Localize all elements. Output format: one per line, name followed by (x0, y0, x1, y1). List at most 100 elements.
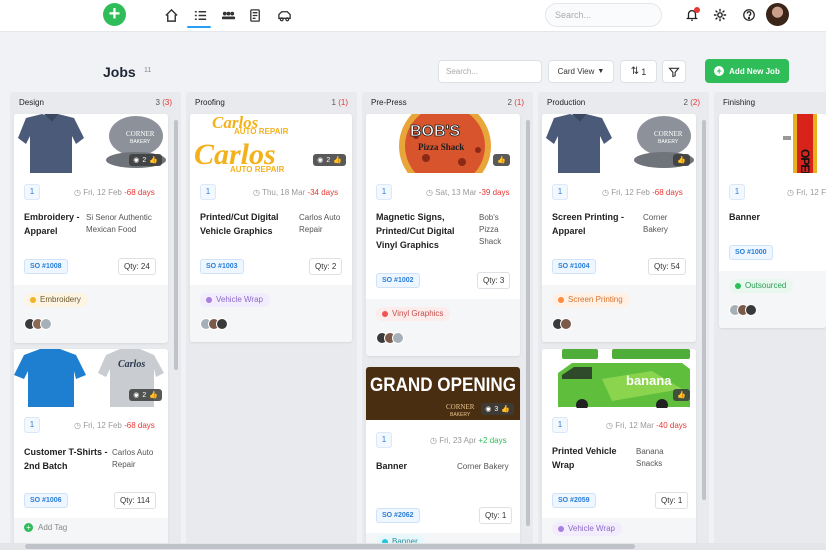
sales-order-badge[interactable]: SO #2059 (552, 493, 596, 508)
tag-vehicle-wrap[interactable]: Vehicle Wrap (552, 522, 622, 536)
like-badge[interactable]: 👍 (493, 154, 510, 166)
tag-outsourced[interactable]: Outsourced (729, 279, 794, 293)
thumbs-up-icon: 👍 (501, 406, 510, 413)
job-card[interactable]: GRAND OPENING CORNER BAKERY ◉ 3 👍 1 ◷ Fri,… (366, 367, 520, 550)
help-icon[interactable] (741, 7, 757, 23)
svg-text:AUTO REPAIR: AUTO REPAIR (230, 165, 285, 173)
sales-order-badge[interactable]: SO #1008 (24, 259, 68, 274)
due-date: ◷ Fri, 12 Feb -68 days (602, 188, 683, 197)
thumbs-up-icon: 👍 (149, 157, 158, 164)
job-title: Banner (729, 212, 761, 222)
job-card[interactable]: Carlos ◉ 2 👍 1 ◷ Fri, 12 Feb -68 days Cust… (14, 349, 168, 550)
tag-vehicle-wrap[interactable]: Vehicle Wrap (200, 293, 270, 307)
plus-icon[interactable]: + (103, 3, 126, 26)
due-date: ◷ Fri, 12 F (787, 188, 826, 197)
job-image: GRAND OPENING CORNER BAKERY ◉ 3 👍 (366, 367, 520, 420)
jobs-search-input[interactable]: Search... (438, 60, 542, 83)
column-scrollbar[interactable] (702, 116, 707, 546)
bell-icon[interactable] (684, 7, 700, 23)
sales-order-badge[interactable]: SO #2062 (376, 508, 420, 523)
sort-button[interactable]: ⇅ 1 (620, 60, 657, 83)
job-card[interactable]: CORNER BAKERY ◉ 2 👍 1 ◷ Fri, 12 Feb -68 da… (14, 114, 168, 343)
gear-icon[interactable] (712, 7, 728, 23)
filter-button[interactable] (662, 60, 686, 83)
global-search-input[interactable]: Search... (545, 3, 662, 27)
jobs-list-icon[interactable] (191, 6, 209, 24)
column-proofing: Proofing 1 (1) Carlos AUTO REPAIR Carlos… (186, 92, 357, 550)
image-count-badge[interactable]: ◉ 2 👍 (129, 389, 162, 401)
image-count-badge[interactable]: ◉ 2 👍 (129, 154, 162, 166)
user-avatar[interactable] (766, 3, 789, 26)
quantity: Qty: 24 (118, 258, 156, 275)
job-card[interactable]: Carlos AUTO REPAIR Carlos AUTO REPAIR ◉ 2… (190, 114, 352, 342)
sales-order-badge[interactable]: SO #1000 (729, 245, 773, 260)
job-card[interactable]: banana 👍 1 ◷ Fri, 12 Mar -40 days Printe… (542, 349, 696, 550)
card-footer: Embroidery (14, 285, 168, 343)
job-image: Carlos AUTO REPAIR Carlos AUTO REPAIR ◉ 2… (190, 114, 352, 173)
add-new-job-label: Add New Job (729, 66, 780, 76)
plus-icon: + (24, 523, 33, 532)
job-number: 1 (552, 184, 568, 200)
add-new-job-button[interactable]: + Add New Job (705, 59, 789, 83)
column-scrollbar[interactable] (526, 116, 531, 546)
assignee-avatars[interactable] (24, 318, 52, 330)
tag-screen-printing[interactable]: Screen Printing (552, 293, 630, 307)
svg-text:BAKERY: BAKERY (130, 139, 151, 145)
job-title: Printed/Cut Digital Vehicle Graphics (200, 212, 279, 236)
sales-order-badge[interactable]: SO #1003 (200, 259, 244, 274)
customer-name: Carlos Auto Repair (112, 448, 154, 469)
filter-icon (668, 67, 680, 77)
image-count-badge[interactable]: ◉ 3 👍 (481, 403, 514, 415)
sales-order-badge[interactable]: SO #1006 (24, 493, 68, 508)
invoice-icon[interactable] (246, 6, 264, 24)
column-finishing: Finishing OPEN 1 ◷ Fri, 12 F Banner SO #… (714, 92, 826, 550)
job-number: 1 (24, 184, 40, 200)
quantity: Qty: 1 (655, 492, 689, 509)
due-date: ◷ Fri, 12 Feb -68 days (74, 188, 155, 197)
like-badge[interactable]: 👍 (673, 389, 690, 401)
due-date: ◷ Fri, 12 Feb -68 days (74, 421, 155, 430)
board-horizontal-scrollbar[interactable] (0, 543, 826, 550)
sales-order-badge[interactable]: SO #1002 (376, 273, 420, 288)
sales-order-badge[interactable]: SO #1004 (552, 259, 596, 274)
job-card[interactable]: CORNER BAKERY 👍 1 ◷ Fri, 12 Feb -68 days… (542, 114, 696, 342)
job-card[interactable]: BOB'S Pizza Shack 👍 1 ◷ Sat, 13 Mar -39 … (366, 114, 520, 356)
job-image: CORNER BAKERY ◉ 2 👍 (14, 114, 168, 173)
assignee-avatars[interactable] (200, 318, 228, 330)
card-footer: Vehicle Wrap (190, 285, 352, 342)
add-tag-button[interactable]: + Add Tag (24, 523, 67, 532)
svg-text:BAKERY: BAKERY (450, 412, 471, 418)
column-name: Production (547, 98, 586, 107)
image-count-badge[interactable]: ◉ 2 👍 (313, 154, 346, 166)
svg-text:OPEN: OPEN (798, 149, 812, 173)
assignee-avatars[interactable] (729, 304, 757, 316)
column-production: Production 2 (2) CORNER BAKERY 👍 1 ◷ Fri… (538, 92, 709, 550)
column-name: Pre-Press (371, 98, 407, 107)
job-number: 1 (200, 184, 216, 200)
customer-name: Corner Bakery (643, 213, 668, 234)
svg-text:BAKERY: BAKERY (658, 139, 679, 145)
thumbs-up-icon: 👍 (149, 392, 158, 399)
job-image: BOB'S Pizza Shack 👍 (366, 114, 520, 173)
vehicle-icon[interactable] (275, 6, 293, 24)
quantity: Qty: 2 (309, 258, 343, 275)
quantity: Qty: 54 (648, 258, 686, 275)
team-icon[interactable] (219, 6, 237, 24)
job-image: OPEN (719, 114, 826, 173)
assignee-avatars[interactable] (552, 318, 572, 330)
active-nav-indicator (187, 26, 211, 28)
job-image: Carlos ◉ 2 👍 (14, 349, 168, 407)
column-count: 3 (3) (155, 98, 172, 107)
tag-vinyl-graphics[interactable]: Vinyl Graphics (376, 307, 451, 321)
like-badge[interactable]: 👍 (673, 154, 690, 166)
assignee-avatars[interactable] (376, 332, 404, 344)
job-card[interactable]: OPEN 1 ◷ Fri, 12 F Banner SO #1000 Outso… (719, 114, 826, 328)
svg-text:CORNER: CORNER (654, 130, 683, 138)
job-number: 1 (729, 184, 745, 200)
tag-embroidery[interactable]: Embroidery (24, 293, 88, 307)
scrollbar-thumb[interactable] (25, 544, 635, 549)
home-icon[interactable] (162, 6, 180, 24)
view-dropdown[interactable]: Card View ▼ (548, 60, 614, 83)
job-title: Screen Printing - Apparel (552, 212, 625, 236)
column-scrollbar[interactable] (174, 116, 179, 546)
